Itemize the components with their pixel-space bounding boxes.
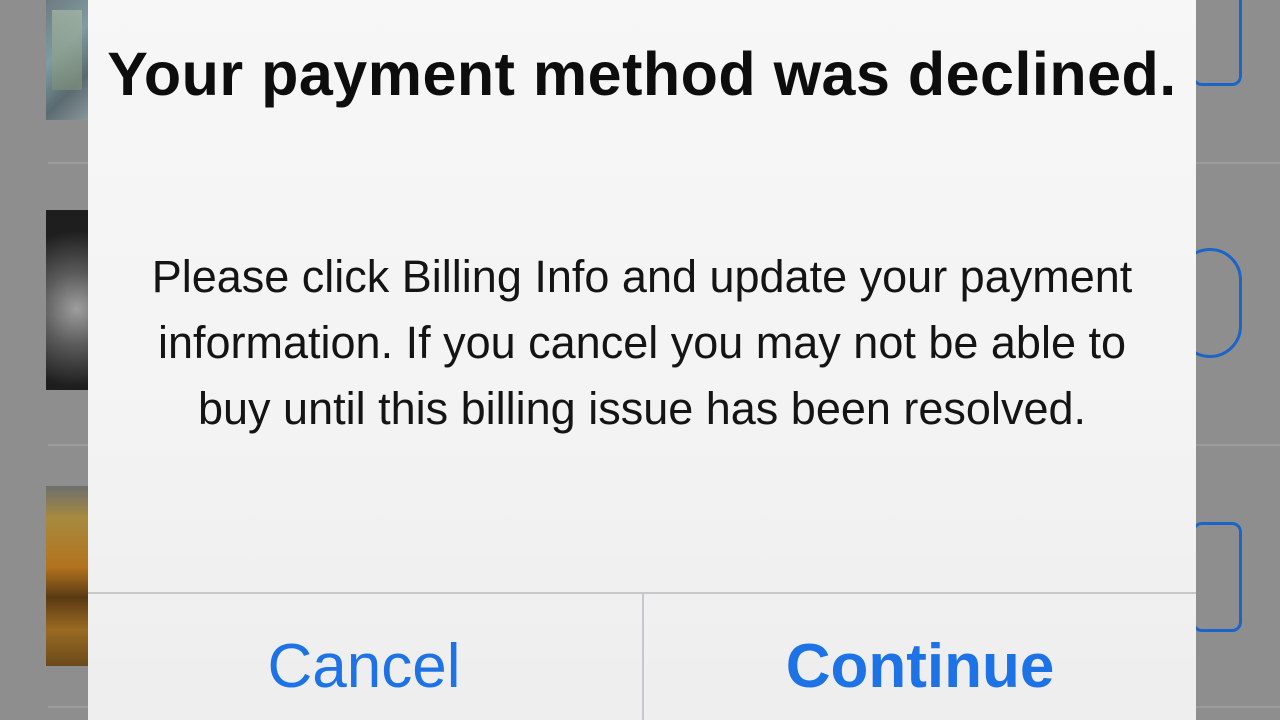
continue-button[interactable]: Continue [644, 594, 1196, 720]
cancel-button[interactable]: Cancel [88, 594, 640, 720]
payment-declined-alert: Your payment method was declined. Please… [88, 0, 1196, 720]
list-item-thumbnail [46, 0, 90, 120]
alert-message: Please click Billing Info and update you… [151, 251, 1133, 434]
list-item-action-button[interactable] [1192, 0, 1242, 86]
list-item-action-button[interactable] [1192, 522, 1242, 632]
alert-title: Your payment method was declined. [107, 40, 1177, 108]
list-item-thumbnail [46, 210, 90, 390]
screen: Your payment method was declined. Please… [0, 0, 1280, 720]
list-item-thumbnail [46, 486, 90, 666]
